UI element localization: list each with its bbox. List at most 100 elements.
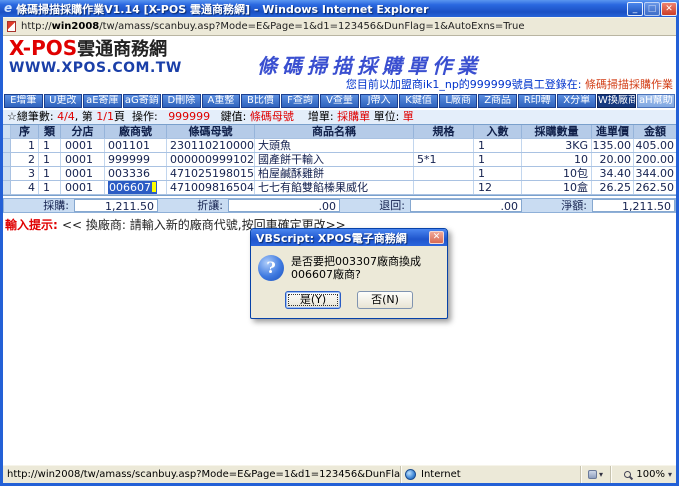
dialog-close-icon[interactable]: ✕ bbox=[429, 231, 444, 244]
zone-label: Internet bbox=[421, 469, 461, 480]
status-tool[interactable]: ▾ bbox=[580, 466, 610, 483]
toolbar-button[interactable]: R印轉 bbox=[518, 94, 557, 108]
dialog-title-bar[interactable]: VBScript: XPOS電子商務網 ✕ bbox=[251, 229, 447, 246]
cell-seq: 2 bbox=[11, 153, 39, 166]
toolbar-button[interactable]: A重整 bbox=[202, 94, 241, 108]
close-button[interactable]: ✕ bbox=[661, 2, 677, 16]
header-selector-cell bbox=[3, 125, 11, 138]
url-path: /tw/amass/scanbuy.asp?Mode=E&Page=1&d1=1… bbox=[99, 21, 524, 32]
cell-price: 26.25 bbox=[592, 181, 634, 194]
toolbar-button[interactable]: aH幫助 bbox=[637, 94, 676, 108]
cell-type: 1 bbox=[39, 167, 61, 180]
cell-product-name: 七七有餡雙餡榛果威化 bbox=[255, 181, 414, 194]
info-value: 單 bbox=[403, 110, 414, 123]
cell-spec bbox=[414, 167, 474, 180]
status-bar: http://win2008/tw/amass/scanbuy.asp?Mode… bbox=[3, 465, 676, 483]
table-row[interactable]: 1 1 0001 001101 2301102100000 大頭魚 1 3KG … bbox=[3, 139, 676, 153]
info-segment: 操作: 999999 bbox=[125, 110, 210, 123]
toolbar-button[interactable]: Z商品 bbox=[478, 94, 517, 108]
zoom-control[interactable]: 100% ▾ bbox=[610, 466, 676, 483]
toolbar-button[interactable]: aE寄庫 bbox=[83, 94, 122, 108]
toolbar-button[interactable]: F查詢 bbox=[281, 94, 320, 108]
column-header[interactable]: 進單價 bbox=[592, 125, 634, 138]
column-header[interactable]: 採購數量 bbox=[522, 125, 592, 138]
toolbar-button[interactable]: W換廠商 bbox=[597, 94, 636, 108]
chevron-down-icon: ▾ bbox=[599, 470, 603, 479]
address-url[interactable]: http://win2008/tw/amass/scanbuy.asp?Mode… bbox=[21, 21, 525, 32]
column-header[interactable]: 規格 bbox=[414, 125, 474, 138]
column-header[interactable]: 序 bbox=[11, 125, 39, 138]
toolbar-button[interactable]: B比價 bbox=[241, 94, 280, 108]
info-value: 4/4 bbox=[57, 110, 75, 123]
info-suffix: 頁 bbox=[114, 110, 125, 123]
toolbar-button[interactable]: J帶入 bbox=[360, 94, 399, 108]
cell-product-name: 大頭魚 bbox=[255, 139, 414, 152]
cell-barcode: 4710251980155 bbox=[167, 167, 255, 180]
cell-barcode: 2301102100000 bbox=[167, 139, 255, 152]
login-status-module: 條碼掃描採購作業 bbox=[585, 78, 673, 91]
vbscript-dialog: VBScript: XPOS電子商務網 ✕ ? 是否要把003307廠商換成00… bbox=[250, 228, 448, 319]
toolbar-button[interactable]: K鍵值 bbox=[399, 94, 438, 108]
zoom-level: 100% bbox=[636, 469, 665, 480]
cell-barcode: 0000009991026 bbox=[167, 153, 255, 166]
info-segment: 單位: 單 bbox=[370, 110, 414, 123]
page-header: X-POS雲通商務網 WWW.XPOS.COM.TW 條碼掃描採購單作業 您目前… bbox=[3, 36, 676, 93]
cell-seq: 3 bbox=[11, 167, 39, 180]
maximize-button[interactable]: □ bbox=[644, 2, 660, 16]
vendor-input[interactable]: 006607 bbox=[108, 181, 157, 194]
logo-text-main: X-POS bbox=[9, 36, 77, 60]
cell-store: 0001 bbox=[61, 167, 105, 180]
toolbar-button[interactable]: aG寄銷 bbox=[123, 94, 162, 108]
toolbar-button[interactable]: X分單 bbox=[557, 94, 596, 108]
vendor-input[interactable]: 003336 bbox=[108, 167, 150, 180]
address-bar[interactable]: http://win2008/tw/amass/scanbuy.asp?Mode… bbox=[3, 17, 676, 36]
toolbar-button[interactable]: E增筆 bbox=[4, 94, 43, 108]
toolbar-button[interactable]: U更改 bbox=[44, 94, 83, 108]
row-selector[interactable] bbox=[3, 167, 11, 180]
column-header[interactable]: 類 bbox=[39, 125, 61, 138]
column-header[interactable]: 商品名稱 bbox=[255, 125, 414, 138]
vendor-input[interactable]: 001101 bbox=[108, 139, 150, 152]
dialog-buttons: 是(Y) 否(N) bbox=[251, 285, 447, 318]
cell-qty: 10 bbox=[522, 153, 592, 166]
table-row[interactable]: 4 1 0001 006607 4710098165043 七七有餡雙餡榛果威化… bbox=[3, 181, 676, 195]
page-icon bbox=[7, 21, 16, 32]
cell-vendor: 999999 bbox=[105, 153, 167, 166]
yes-button[interactable]: 是(Y) bbox=[285, 291, 341, 309]
cell-store: 0001 bbox=[61, 153, 105, 166]
record-info-bar: ☆總筆數: 4/4, 第 1/1頁 操作: 999999 鍵值: 條碼母號 增單… bbox=[3, 110, 676, 124]
cell-product-name: 柏屋鹹酥雞餅 bbox=[255, 167, 414, 180]
table-row[interactable]: 3 1 0001 003336 4710251980155 柏屋鹹酥雞餅 1 1… bbox=[3, 167, 676, 181]
row-selector[interactable] bbox=[3, 153, 11, 166]
browser-window: e 條碼掃描採購作業V1.14 [X-POS 雲通商務網] - Windows … bbox=[0, 0, 679, 486]
toolbar-button[interactable]: V查量 bbox=[320, 94, 359, 108]
column-header[interactable]: 入數 bbox=[474, 125, 522, 138]
net-value: 1,211.50 bbox=[592, 199, 675, 212]
column-header[interactable]: 條碼母號 bbox=[167, 125, 255, 138]
url-host: win2008 bbox=[52, 21, 100, 32]
minimize-button[interactable]: _ bbox=[627, 2, 643, 16]
no-button[interactable]: 否(N) bbox=[357, 291, 413, 309]
vendor-input[interactable]: 999999 bbox=[108, 153, 150, 166]
cell-seq: 4 bbox=[11, 181, 39, 194]
column-header[interactable]: 分店 bbox=[61, 125, 105, 138]
table-row[interactable]: 2 1 0001 999999 0000009991026 國產餅干輸入 5*1… bbox=[3, 153, 676, 167]
row-selector[interactable] bbox=[3, 181, 11, 194]
cell-type: 1 bbox=[39, 153, 61, 166]
hint-label: 輸入提示: bbox=[5, 218, 62, 232]
cell-seq: 1 bbox=[11, 139, 39, 152]
cell-amount: 344.00 bbox=[634, 167, 676, 180]
url-protocol: http:// bbox=[21, 21, 52, 32]
toolbar-button[interactable]: D刪除 bbox=[162, 94, 201, 108]
cell-amount: 405.00 bbox=[634, 139, 676, 152]
ie-icon: e bbox=[4, 1, 12, 16]
page-title: 條碼掃描採購單作業 bbox=[123, 50, 616, 79]
cell-barcode: 4710098165043 bbox=[167, 181, 255, 194]
globe-icon bbox=[405, 469, 416, 480]
toolbar-button[interactable]: L廠商 bbox=[439, 94, 478, 108]
row-selector[interactable] bbox=[3, 139, 11, 152]
login-status: 您目前以加盟商ik1_np的999999號員工登錄在: 條碼掃描採購作業 bbox=[346, 76, 673, 92]
window-title: 條碼掃描採購作業V1.14 [X-POS 雲通商務網] - Windows In… bbox=[16, 1, 627, 17]
column-header[interactable]: 廠商號 bbox=[105, 125, 167, 138]
column-header[interactable]: 金額 bbox=[634, 125, 676, 138]
